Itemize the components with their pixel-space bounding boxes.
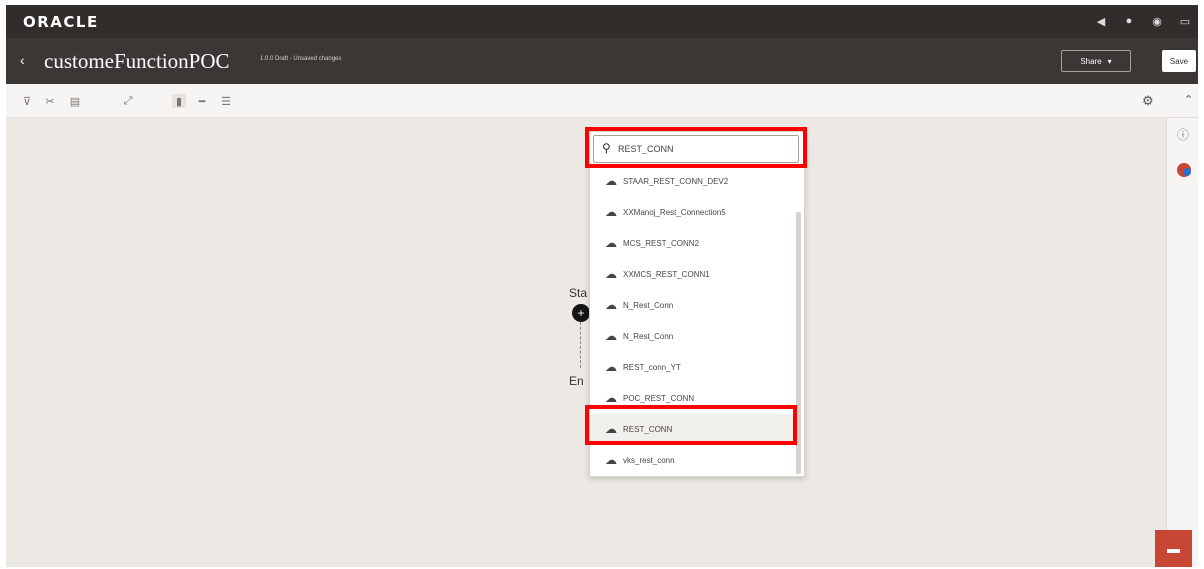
integration-title-bar: ‹ customeFunctionPOC 1.0.0 Draft - Unsav…: [6, 38, 1198, 84]
megaphone-icon[interactable]: ◀: [1094, 14, 1108, 28]
chevron-down-icon: ▾: [1107, 56, 1112, 66]
connection-name: N_Rest_Conn: [623, 300, 674, 310]
list-item[interactable]: ☁ REST_conn_YT: [590, 352, 794, 382]
cut-icon[interactable]: ✂: [43, 94, 57, 108]
user-icon[interactable]: ▭: [1178, 14, 1192, 28]
connection-name: XXManoj_Rest_Connection5: [623, 207, 726, 217]
expand-icon[interactable]: ⤢: [121, 94, 135, 108]
connection-name: MCS_REST_CONN2: [623, 238, 700, 248]
list-item[interactable]: ☁ POC_REST_CONN: [590, 383, 794, 413]
rest-connection-icon: ☁: [605, 267, 617, 281]
connection-name: vks_rest_conn: [623, 455, 675, 465]
integration-canvas[interactable]: [6, 118, 1166, 567]
pin-icon[interactable]: ⊽: [20, 94, 34, 108]
list-item[interactable]: ☁ STAAR_REST_CONN_DEV2: [590, 166, 794, 196]
end-node-label: En: [569, 374, 584, 388]
horizontal-layout-icon[interactable]: ━: [195, 94, 209, 108]
connection-name: POC_REST_CONN: [623, 393, 695, 403]
back-button[interactable]: ‹: [20, 52, 25, 68]
connection-name: STAAR_REST_CONN_DEV2: [623, 176, 729, 186]
rest-connection-icon: ☁: [605, 205, 617, 219]
rest-connection-icon: ☁: [605, 453, 617, 467]
collapse-icon[interactable]: ⌃: [1184, 93, 1193, 106]
header-icons: ◀ ● ◉ ▭: [1094, 14, 1192, 28]
list-item[interactable]: ☁ XXManoj_Rest_Connection5: [590, 197, 794, 227]
list-item[interactable]: ☁ N_Rest_Conn: [590, 290, 794, 320]
add-action-button[interactable]: +: [572, 304, 590, 322]
save-button[interactable]: Save: [1162, 50, 1196, 72]
share-button[interactable]: Share ▾: [1061, 50, 1131, 72]
page-title: customeFunctionPOC: [44, 49, 230, 73]
list-item[interactable]: ☁ vks_rest_conn: [590, 445, 794, 475]
connection-dropdown: ⚲ ☁ STAAR_REST_CONN_DEV2 ☁ XXManoj_Rest_…: [589, 131, 805, 477]
canvas-toolbar: ⊽ ✂ ▤ ⤢ ▮ ━ ☰ ⚙ ⌃: [6, 84, 1198, 118]
chat-icon: ▬: [1167, 541, 1180, 556]
start-node-label: Sta: [569, 286, 588, 300]
gear-icon[interactable]: ⚙: [1142, 93, 1154, 109]
rest-connection-icon: ☁: [605, 329, 617, 343]
connection-name: XXMCS_REST_CONN1: [623, 269, 710, 279]
rest-connection-icon: ☁: [605, 174, 617, 188]
search-input[interactable]: [618, 141, 788, 157]
list-item[interactable]: ☁ XXMCS_REST_CONN1: [590, 259, 794, 289]
flow-connector: [580, 322, 581, 368]
connections-icon[interactable]: [1177, 163, 1191, 177]
version-status: 1.0.0 Draft - Unsaved changes: [260, 56, 342, 62]
info-icon[interactable]: ⓘ: [1177, 126, 1189, 143]
oracle-logo: ORACLE: [23, 13, 99, 31]
connection-name: REST_CONN: [623, 424, 673, 434]
list-item-selected[interactable]: ☁ REST_CONN: [590, 414, 794, 444]
connection-name: REST_conn_YT: [623, 362, 681, 372]
paste-icon[interactable]: ▤: [68, 94, 82, 108]
connection-name: N_Rest_Conn: [623, 331, 674, 341]
rest-connection-icon: ☁: [605, 298, 617, 312]
rest-connection-icon: ☁: [605, 391, 617, 405]
chat-button[interactable]: ▬: [1155, 530, 1192, 567]
bell-icon[interactable]: ●: [1122, 14, 1136, 28]
tree-layout-icon[interactable]: ☰: [219, 94, 233, 108]
connection-search: ⚲: [593, 135, 799, 163]
share-label: Share: [1080, 56, 1102, 66]
right-rail: ⓘ: [1166, 118, 1198, 567]
rest-connection-icon: ☁: [605, 422, 617, 436]
dropdown-scrollbar[interactable]: [796, 212, 801, 474]
list-item[interactable]: ☁ MCS_REST_CONN2: [590, 228, 794, 258]
vertical-layout-icon[interactable]: ▮: [172, 94, 186, 108]
rest-connection-icon: ☁: [605, 236, 617, 250]
oracle-header: ORACLE ◀ ● ◉ ▭: [6, 5, 1198, 38]
search-icon: ⚲: [602, 141, 611, 155]
rest-connection-icon: ☁: [605, 360, 617, 374]
help-icon[interactable]: ◉: [1150, 14, 1164, 28]
list-item[interactable]: ☁ N_Rest_Conn: [590, 321, 794, 351]
